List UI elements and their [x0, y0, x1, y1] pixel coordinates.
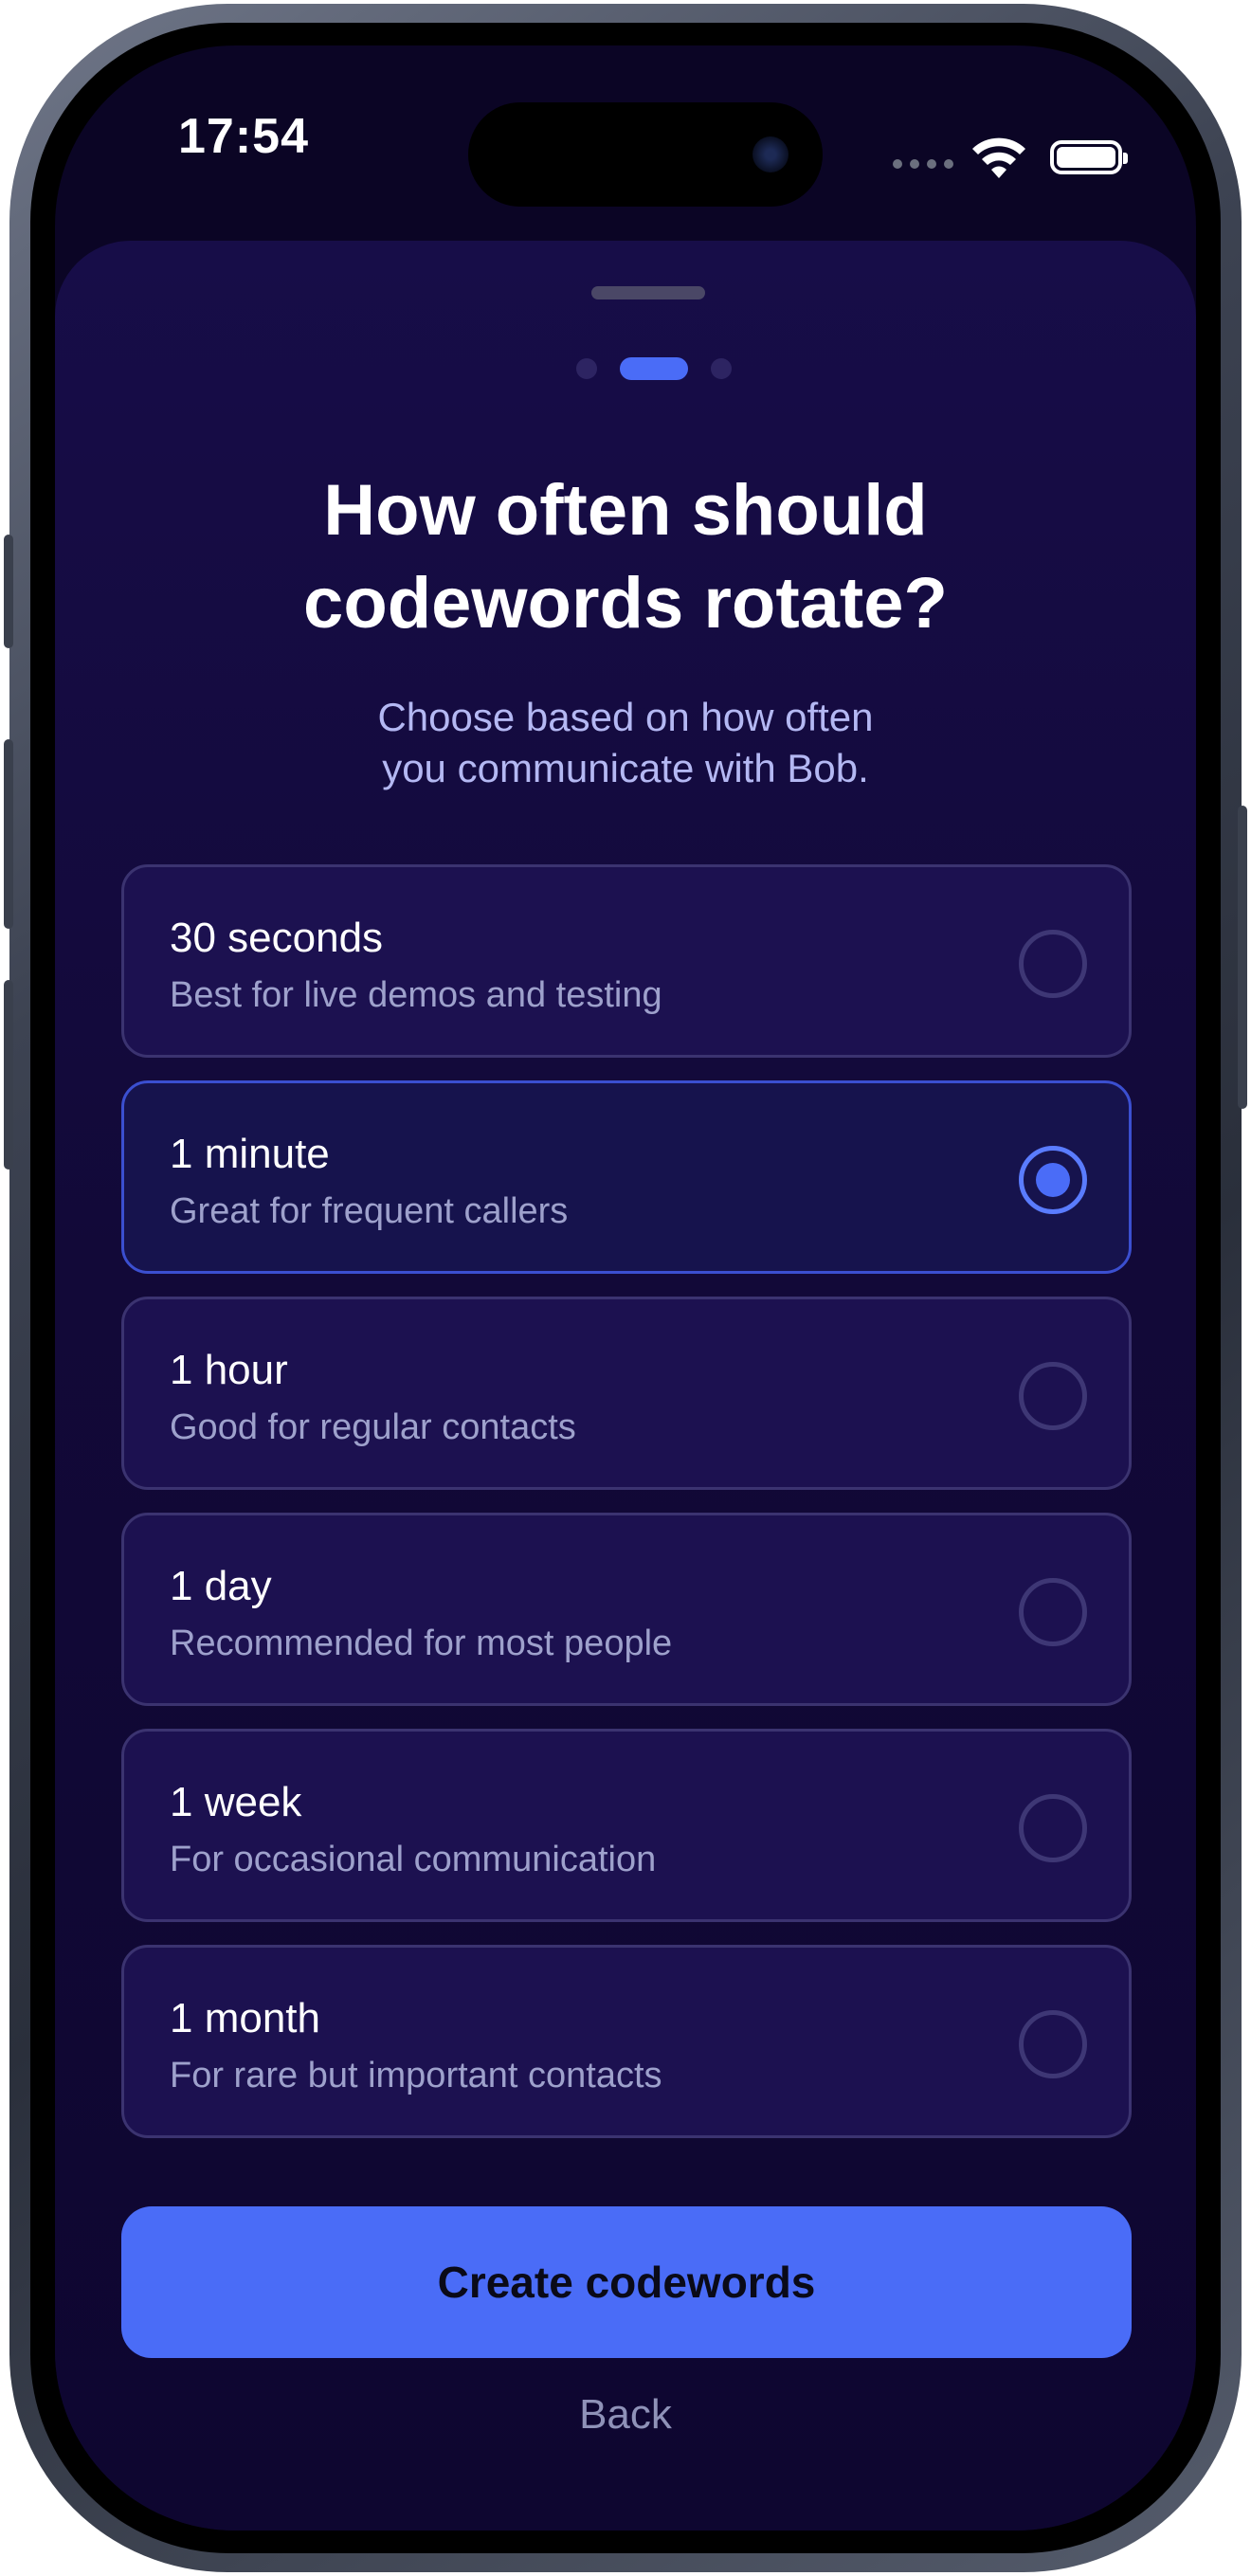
- back-button[interactable]: Back: [481, 2377, 770, 2453]
- option-1-month[interactable]: 1 month For rare but important contacts: [121, 1945, 1132, 2138]
- option-description: Good for regular contacts: [170, 1407, 576, 1447]
- option-label: 1 month: [170, 1995, 320, 2041]
- radio-icon[interactable]: [1019, 1794, 1087, 1862]
- option-label: 1 week: [170, 1779, 302, 1825]
- option-label: 1 minute: [170, 1131, 330, 1177]
- page-dot: [711, 358, 732, 379]
- wifi-icon: [972, 137, 1025, 178]
- option-1-day[interactable]: 1 day Recommended for most people: [121, 1513, 1132, 1706]
- power-button: [1238, 806, 1247, 1109]
- battery-icon: [1050, 140, 1128, 174]
- status-bar: 17:54: [55, 45, 1196, 235]
- radio-icon[interactable]: [1019, 2010, 1087, 2078]
- page-dot-active: [620, 357, 688, 380]
- subtitle-line: Choose based on how often: [377, 695, 874, 739]
- option-description: Best for live demos and testing: [170, 975, 662, 1015]
- action-button: [4, 535, 13, 648]
- phone-frame: 17:54 How often should codewords rotate?…: [4, 4, 1247, 2572]
- radio-icon[interactable]: [1019, 1362, 1087, 1430]
- radio-icon[interactable]: [1019, 930, 1087, 998]
- onboarding-sheet: How often should codewords rotate? Choos…: [55, 241, 1196, 2531]
- title-line: codewords rotate?: [303, 563, 948, 644]
- option-1-week[interactable]: 1 week For occasional communication: [121, 1729, 1132, 1922]
- page-title: How often should codewords rotate?: [150, 464, 1101, 650]
- option-label: 30 seconds: [170, 915, 384, 961]
- option-label: 1 day: [170, 1563, 272, 1609]
- option-description: Recommended for most people: [170, 1624, 673, 1663]
- page-dot: [576, 358, 597, 379]
- page-indicator: [576, 356, 737, 381]
- radio-icon[interactable]: [1019, 1578, 1087, 1646]
- option-description: For occasional communication: [170, 1840, 657, 1879]
- bezel: 17:54 How often should codewords rotate?…: [30, 23, 1221, 2553]
- title-line: How often should: [323, 470, 928, 551]
- page-subtitle: Choose based on how often you communicat…: [197, 692, 1054, 794]
- create-codewords-button[interactable]: Create codewords: [121, 2206, 1132, 2358]
- dynamic-island: [468, 102, 823, 207]
- subtitle-line: you communicate with Bob.: [382, 746, 869, 790]
- radio-selected-icon[interactable]: [1019, 1146, 1087, 1214]
- option-description: For rare but important contacts: [170, 2056, 662, 2095]
- volume-down-button: [4, 980, 13, 1170]
- option-description: Great for frequent callers: [170, 1191, 569, 1231]
- status-time: 17:54: [178, 109, 309, 164]
- screen: 17:54 How often should codewords rotate?…: [55, 45, 1196, 2531]
- sheet-grabber[interactable]: [591, 286, 705, 299]
- option-label: 1 hour: [170, 1347, 288, 1393]
- option-30-seconds[interactable]: 30 seconds Best for live demos and testi…: [121, 864, 1132, 1058]
- volume-up-button: [4, 739, 13, 929]
- cellular-signal-icon: [893, 159, 953, 169]
- option-1-minute[interactable]: 1 minute Great for frequent callers: [121, 1080, 1132, 1274]
- option-1-hour[interactable]: 1 hour Good for regular contacts: [121, 1297, 1132, 1490]
- camera-icon: [752, 136, 789, 172]
